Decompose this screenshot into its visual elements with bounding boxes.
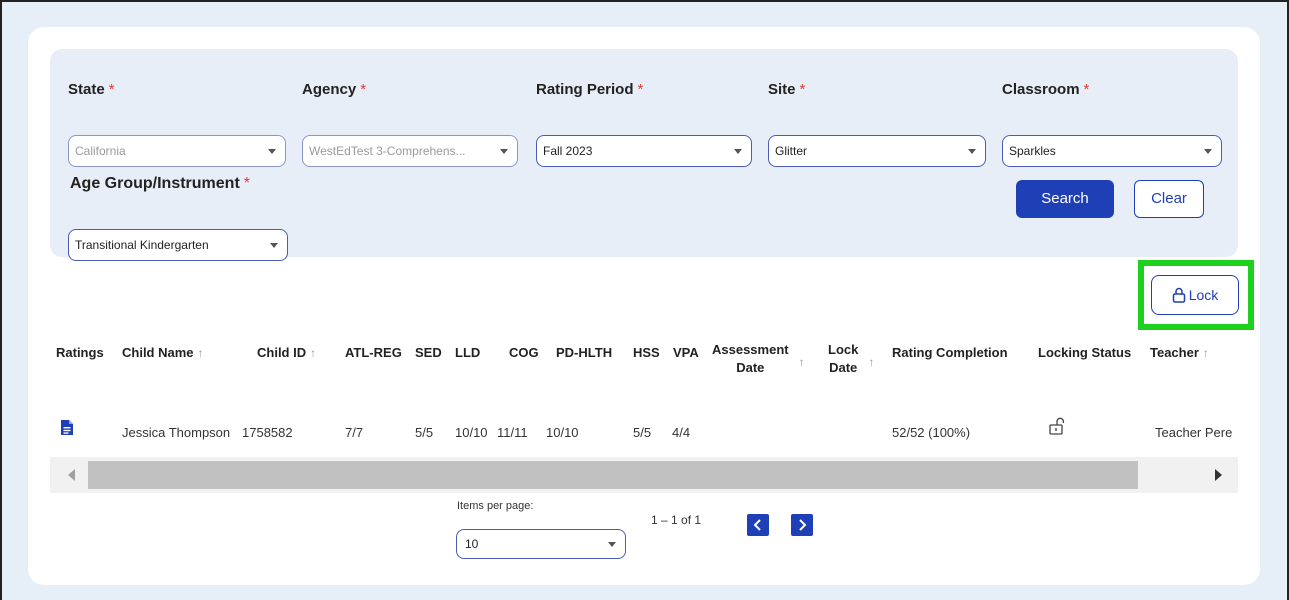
rating-period-label: Rating Period * — [536, 81, 644, 98]
cell-lld: 10/10 — [455, 425, 488, 440]
age-group-select[interactable]: Transitional Kindergarten — [68, 229, 288, 261]
cell-atl-reg: 7/7 — [345, 425, 364, 440]
next-page-button[interactable] — [791, 514, 813, 536]
col-teacher[interactable]: Teacher ↑ — [1150, 345, 1209, 360]
chevron-down-icon — [270, 243, 278, 248]
classroom-label: Classroom * — [1002, 81, 1090, 98]
agency-select[interactable]: WestEdTest 3-Comprehens... — [302, 135, 518, 167]
cell-vpa: 4/4 — [672, 425, 691, 440]
col-cog: COG — [509, 345, 539, 360]
cell-rating-completion: 52/52 (100%) — [892, 425, 971, 440]
cell-sed: 5/5 — [415, 425, 434, 440]
sort-arrow-icon: ↑ — [1202, 346, 1209, 360]
document-icon[interactable] — [60, 419, 74, 439]
filter-panel: State * California Agency * WestEdTest 3-C… — [50, 49, 1238, 261]
clear-button[interactable]: Clear — [1134, 180, 1204, 218]
items-per-page-label: Items per page: — [457, 500, 534, 512]
sort-arrow-icon: ↑ — [868, 355, 875, 369]
state-field: State * — [68, 81, 115, 101]
classroom-select[interactable]: Sparkles — [1002, 135, 1222, 167]
col-child-id[interactable]: Child ID ↑ — [257, 345, 316, 360]
cell-child-name: Jessica Thompson — [122, 425, 231, 440]
site-label: Site * — [768, 81, 806, 98]
lock-icon — [1172, 287, 1185, 303]
col-atl-reg: ATL-REG — [345, 345, 402, 360]
chevron-left-icon — [753, 519, 761, 531]
age-group-field: Age Group/Instrument * — [70, 175, 250, 195]
col-lock-date[interactable]: Lock Date ↑ — [828, 341, 874, 377]
main-card: State * California Agency * WestEdTest 3-C… — [28, 27, 1260, 585]
cell-cog: 11/11 — [497, 425, 528, 440]
col-assessment-date[interactable]: Assessment Date ↑ — [712, 341, 805, 377]
col-child-name[interactable]: Child Name ↑ — [122, 345, 204, 360]
chevron-right-icon — [799, 519, 807, 531]
classroom-field: Classroom * — [1002, 81, 1089, 101]
col-sed: SED — [415, 345, 442, 360]
site-field: Site * — [768, 81, 805, 101]
sort-arrow-icon: ↑ — [798, 355, 805, 369]
cell-teacher: Teacher Pere — [1155, 425, 1233, 440]
chevron-down-icon — [268, 149, 276, 154]
state-label: State * — [68, 81, 115, 98]
col-vpa: VPA — [673, 345, 699, 360]
col-hss: HSS — [633, 345, 660, 360]
state-select[interactable]: California — [68, 135, 286, 167]
horizontal-scrollbar[interactable] — [50, 457, 1238, 493]
rating-period-field: Rating Period * — [536, 81, 643, 101]
lock-button-label: Lock — [1188, 287, 1219, 303]
cell-hss: 5/5 — [633, 425, 652, 440]
chevron-down-icon — [968, 149, 976, 154]
chevron-down-icon — [500, 149, 508, 154]
cell-pd-hlth: 10/10 — [546, 425, 579, 440]
pagination-range: 1 – 1 of 1 — [651, 513, 702, 527]
col-pd-hlth: PD-HLTH — [556, 345, 613, 360]
agency-label: Agency * — [302, 81, 367, 98]
search-button[interactable]: Search — [1016, 180, 1114, 218]
rating-period-select[interactable]: Fall 2023 — [536, 135, 752, 167]
col-locking-status: Locking Status — [1038, 345, 1132, 360]
scroll-right-icon[interactable] — [1215, 469, 1222, 481]
age-group-label: Age Group/Instrument * — [70, 175, 251, 192]
previous-page-button[interactable] — [747, 514, 769, 536]
chevron-down-icon — [608, 542, 616, 547]
chevron-down-icon — [1204, 149, 1212, 154]
items-per-page-select[interactable]: 10 — [456, 529, 626, 559]
scroll-left-icon[interactable] — [68, 469, 75, 481]
col-rating-completion: Rating Completion — [892, 345, 1008, 360]
site-select[interactable]: Glitter — [768, 135, 986, 167]
sort-arrow-icon: ↑ — [310, 346, 317, 360]
sort-arrow-icon: ↑ — [197, 346, 204, 360]
scrollbar-thumb[interactable] — [88, 461, 1138, 489]
unlocked-padlock-icon — [1049, 417, 1065, 438]
agency-field: Agency * — [302, 81, 366, 101]
lock-button[interactable]: Lock — [1151, 275, 1239, 315]
chevron-down-icon — [734, 149, 742, 154]
cell-child-id: 1758582 — [242, 425, 293, 440]
col-ratings: Ratings — [56, 345, 104, 360]
col-lld: LLD — [455, 345, 481, 360]
